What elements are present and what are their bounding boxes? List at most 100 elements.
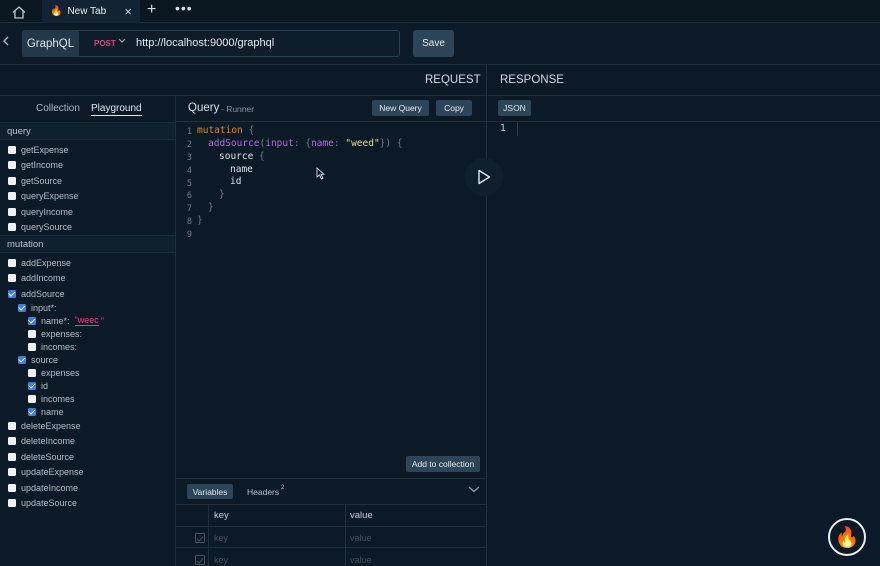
list-item[interactable]: deleteExpense [8,418,104,433]
response-format-json[interactable]: JSON [498,100,531,116]
row-checkbox[interactable] [195,555,205,565]
list-item[interactable]: updateSource [8,496,104,511]
code-line-6[interactable]: } [219,189,225,200]
protocol-selector[interactable]: GraphQL [22,30,79,57]
list-item[interactable]: queryExpense [8,189,79,204]
line-number: 3 [186,153,192,163]
arg-expenses[interactable]: expenses: [28,327,104,340]
code-line-8[interactable]: } [197,215,203,226]
home-icon[interactable] [7,3,31,21]
checkbox-checked[interactable] [18,355,26,364]
list-item[interactable]: updateExpense [8,465,104,480]
close-icon[interactable]: × [124,4,132,19]
checkbox[interactable] [8,176,16,185]
checkbox[interactable] [8,421,16,430]
list-item[interactable]: getExpense [8,142,79,157]
field-expenses[interactable]: expenses [28,366,104,379]
code-line-3[interactable]: source { [219,151,265,162]
tab-variables[interactable]: Variables [187,484,233,499]
arg-name[interactable]: name*: "weec " [28,314,104,327]
checkbox[interactable] [8,207,16,216]
new-tab-plus-icon[interactable]: + [147,1,156,19]
checkbox[interactable] [28,368,36,377]
tab-headers[interactable]: Headers [247,487,279,497]
key-input[interactable]: key [214,555,228,565]
key-input[interactable]: key [214,533,228,543]
line-number: 2 [186,140,192,150]
collapse-chevron-left-icon[interactable] [2,35,9,49]
chevron-down-icon[interactable] [118,36,126,46]
checkbox[interactable] [8,483,16,492]
checkbox-checked[interactable] [8,289,16,298]
line-number: 8 [186,217,192,227]
new-query-button[interactable]: New Query [372,100,429,116]
checkbox[interactable] [8,274,16,282]
request-response-divider[interactable] [486,64,487,566]
checkbox-checked[interactable] [28,316,36,325]
row-checkbox[interactable] [195,533,205,543]
field-name[interactable]: name [28,405,104,418]
line-number: 5 [186,179,192,189]
mutation-group-header[interactable]: mutation [0,235,175,253]
run-button[interactable] [465,158,503,196]
checkbox-checked[interactable] [28,381,36,390]
chevron-down-icon[interactable] [468,485,480,496]
checkbox[interactable] [28,329,36,338]
code-line-5[interactable]: id [230,176,241,187]
checkbox[interactable] [8,258,16,267]
checkbox[interactable] [8,468,16,476]
arg-input[interactable]: input*: [18,301,104,314]
checkbox-checked[interactable] [28,407,36,416]
add-to-collection-button[interactable]: Add to collection [406,456,480,472]
list-item[interactable]: addSource [8,286,104,301]
column-header-value: value [350,510,373,521]
fire-logo-icon[interactable]: 🔥 [828,518,866,556]
query-title: Query [188,102,220,114]
checkbox[interactable] [28,342,36,351]
method-selector[interactable]: POST [94,39,116,48]
tab-new-tab[interactable]: 🔥 New Tab × [42,0,140,23]
list-item[interactable]: updateIncome [8,480,104,495]
field-id[interactable]: id [28,379,104,392]
mutation-list: addExpense addIncome addSource input*: n… [8,255,104,511]
code-line-1[interactable]: mutation { [197,125,254,136]
value-input[interactable]: value [350,555,372,565]
checkbox[interactable] [8,192,16,200]
checkbox-checked[interactable] [18,303,26,312]
copy-button[interactable]: Copy [436,100,472,116]
more-icon[interactable]: ••• [175,0,193,16]
list-item[interactable]: addIncome [8,271,104,286]
field-incomes[interactable]: incomes [28,392,104,405]
name-value-input[interactable]: "weec [74,315,99,326]
list-item[interactable]: getIncome [8,158,79,173]
panel-divider[interactable] [175,95,176,566]
list-item[interactable]: querySource [8,220,79,235]
list-item[interactable]: queryIncome [8,204,79,219]
code-line-4[interactable]: name [230,164,253,175]
list-item[interactable]: getSource [8,173,79,188]
checkbox[interactable] [8,161,16,169]
checkbox[interactable] [8,145,16,154]
mouse-cursor-icon [316,166,326,183]
checkbox[interactable] [8,499,16,507]
checkbox[interactable] [8,452,16,461]
arg-incomes[interactable]: incomes: [28,340,104,353]
save-button[interactable]: Save [413,30,454,57]
tab-playground[interactable]: Playground [91,103,142,116]
list-item[interactable]: deleteIncome [8,434,104,449]
request-heading: REQUEST [425,74,481,86]
line-number: 9 [186,230,192,240]
code-line-7[interactable]: } [208,202,214,213]
code-line-2[interactable]: addSource(input: {name: "weed"}) { [208,138,403,149]
checkbox[interactable] [8,437,16,445]
checkbox[interactable] [28,394,36,403]
url-input[interactable]: http://localhost:9000/graphql [136,37,274,49]
play-icon [478,169,491,185]
value-input[interactable]: value [350,533,372,543]
list-item[interactable]: deleteSource [8,449,104,464]
checkbox[interactable] [8,223,16,231]
tab-collection[interactable]: Collection [36,103,80,114]
list-item[interactable]: addExpense [8,255,104,270]
query-group-header[interactable]: query [0,122,175,140]
field-source[interactable]: source [18,353,104,366]
